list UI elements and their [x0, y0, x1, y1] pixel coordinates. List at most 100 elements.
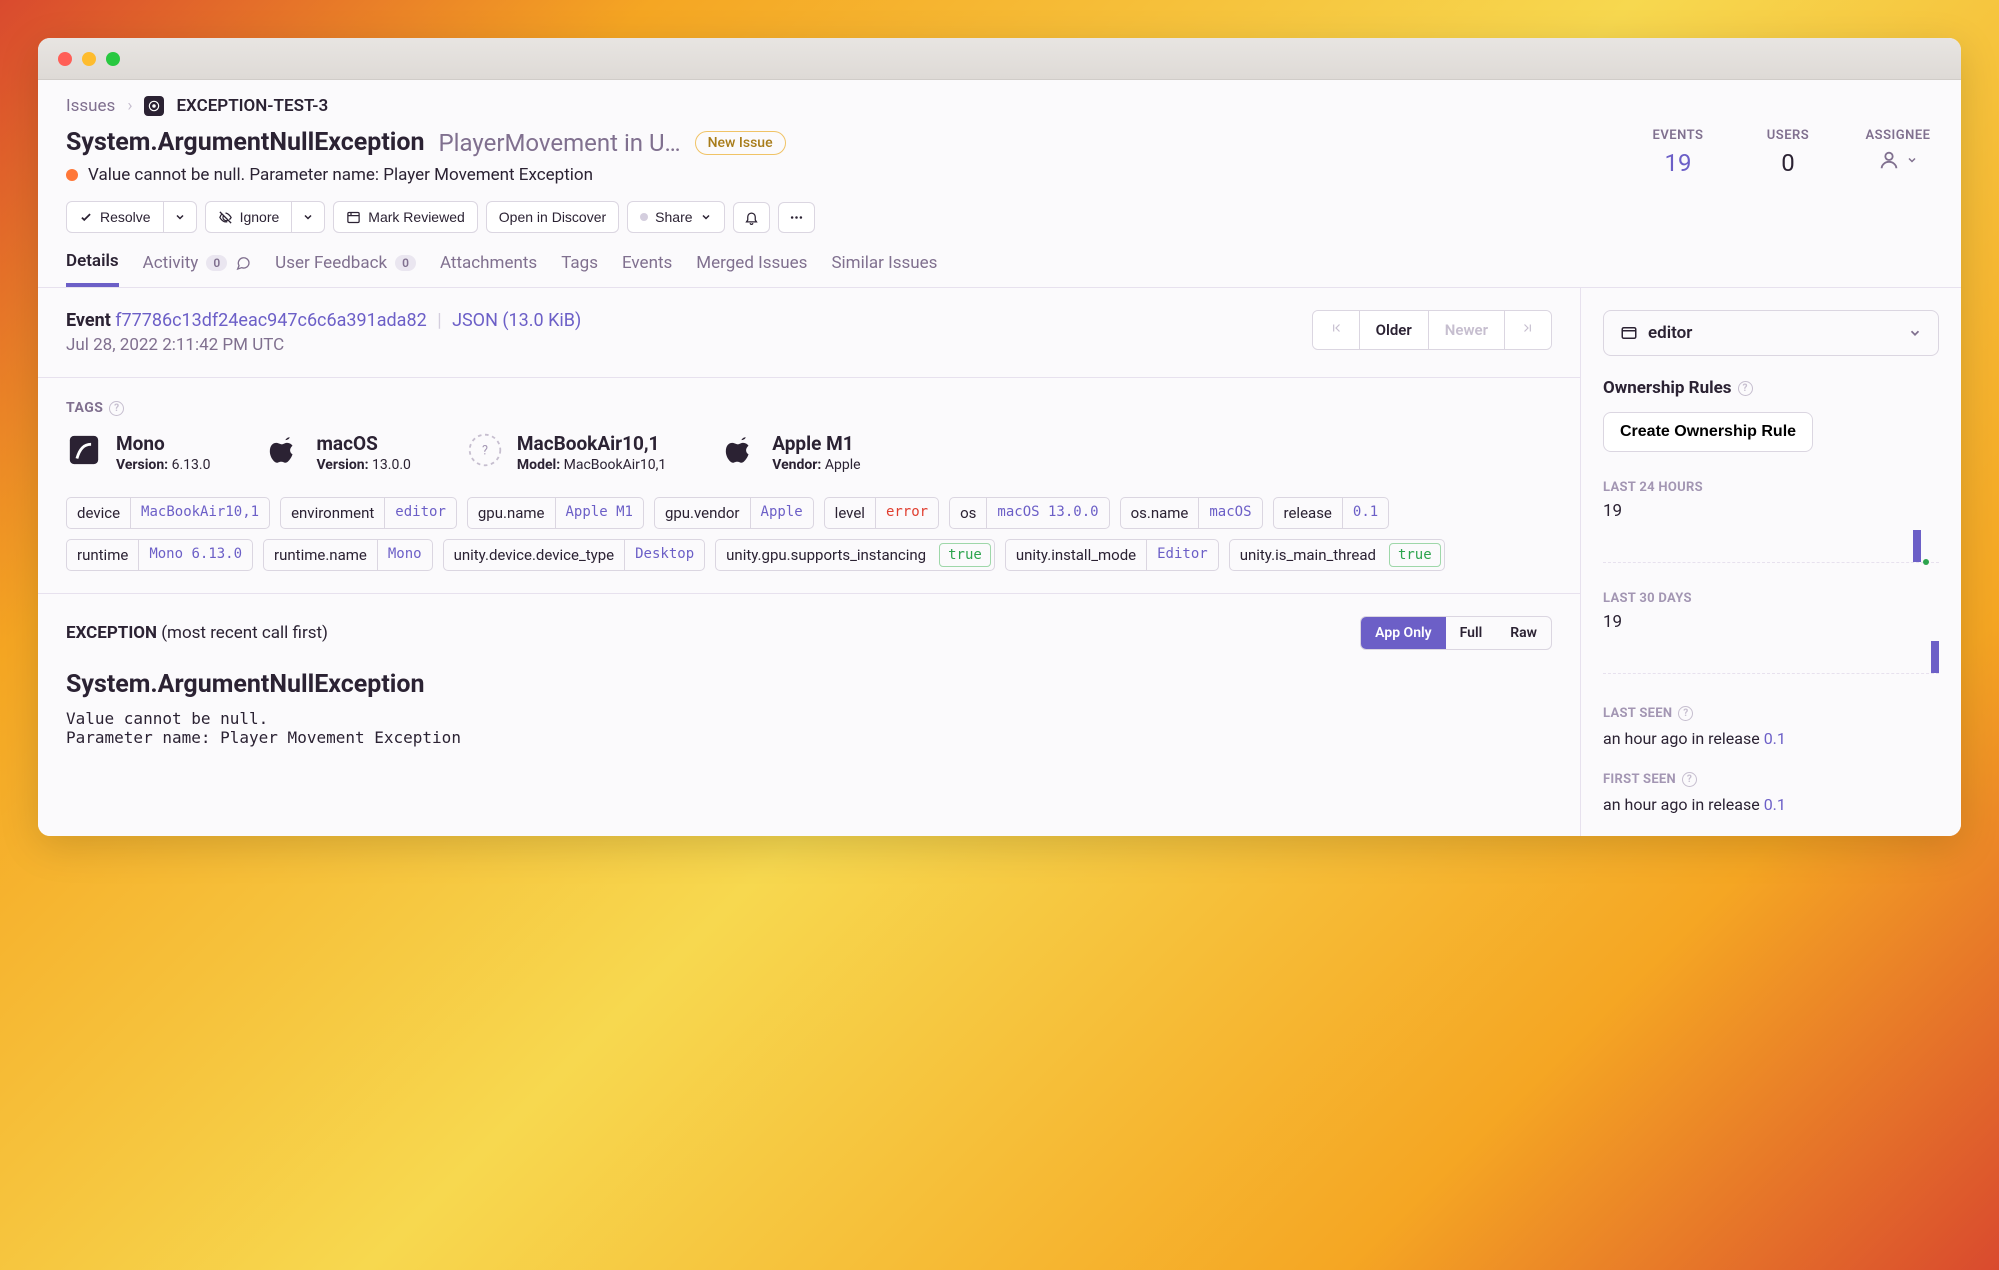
tag-key: runtime.name — [264, 540, 377, 570]
context-icon — [722, 432, 758, 468]
context-name: MacBookAir10,1 — [517, 432, 666, 455]
event-label: Event — [66, 310, 111, 331]
resolve-button[interactable]: Resolve — [66, 201, 164, 233]
environment-selector[interactable]: editor — [1603, 310, 1939, 356]
context-card[interactable]: Apple M1Vendor: Apple — [722, 432, 860, 473]
last-24h-count: 19 — [1603, 501, 1939, 521]
tag-pill[interactable]: osmacOS 13.0.0 — [949, 497, 1109, 529]
tag-pill[interactable]: environmenteditor — [280, 497, 457, 529]
breadcrumb-issue-id[interactable]: EXCEPTION-TEST-3 — [176, 96, 328, 116]
tag-pill[interactable]: unity.is_main_threadtrue — [1229, 539, 1445, 571]
first-seen-release[interactable]: 0.1 — [1764, 795, 1786, 814]
tag-pill[interactable]: runtime.nameMono — [263, 539, 433, 571]
tag-value: editor — [384, 498, 456, 528]
tab-merged-issues[interactable]: Merged Issues — [696, 251, 807, 287]
pager-newer: Newer — [1429, 311, 1505, 349]
tag-pill[interactable]: runtimeMono 6.13.0 — [66, 539, 253, 571]
app-window: Issues › EXCEPTION-TEST-3 System.Argumen… — [38, 38, 1961, 836]
tag-pill[interactable]: unity.install_modeEditor — [1005, 539, 1219, 571]
svg-text:?: ? — [482, 444, 488, 459]
last-30d-count: 19 — [1603, 612, 1939, 632]
create-ownership-rule-button[interactable]: Create Ownership Rule — [1603, 412, 1813, 452]
share-label: Share — [655, 209, 692, 225]
help-icon[interactable]: ? — [1738, 381, 1753, 396]
tag-key: gpu.name — [468, 498, 555, 528]
more-actions-button[interactable] — [778, 202, 815, 233]
tab-user-feedback[interactable]: User Feedback 0 — [275, 251, 416, 287]
tag-key: os.name — [1121, 498, 1199, 528]
ignore-button[interactable]: Ignore — [205, 201, 293, 233]
event-separator: | — [437, 310, 441, 331]
help-icon[interactable]: ? — [109, 401, 124, 416]
tabs: Details Activity 0 User Feedback 0 Attac… — [38, 233, 1961, 288]
window-close-icon[interactable] — [58, 52, 72, 66]
tab-activity[interactable]: Activity 0 — [143, 251, 252, 287]
subscribe-button[interactable] — [733, 202, 770, 233]
tab-similar-issues[interactable]: Similar Issues — [831, 251, 937, 287]
help-icon[interactable]: ? — [1678, 706, 1693, 721]
tab-details[interactable]: Details — [66, 251, 119, 287]
tag-key: unity.install_mode — [1006, 540, 1146, 570]
tag-pill[interactable]: unity.device.device_typeDesktop — [443, 539, 706, 571]
context-icon: ? — [467, 432, 503, 468]
ellipsis-icon — [789, 210, 804, 225]
share-button[interactable]: Share — [627, 201, 724, 233]
tab-user-feedback-count: 0 — [395, 255, 416, 271]
exception-hint: (most recent call first) — [161, 623, 328, 643]
resolve-dropdown[interactable] — [164, 201, 197, 233]
tab-attachments[interactable]: Attachments — [440, 251, 537, 287]
exception-heading: EXCEPTION — [66, 623, 157, 643]
context-card[interactable]: macOSVersion: 13.0.0 — [266, 432, 410, 473]
tag-key: gpu.vendor — [655, 498, 750, 528]
tag-value: Mono 6.13.0 — [138, 540, 252, 570]
ignore-dropdown[interactable] — [292, 201, 325, 233]
tab-tags[interactable]: Tags — [561, 251, 598, 287]
context-card[interactable]: ?MacBookAir10,1Model: MacBookAir10,1 — [467, 432, 666, 473]
events-count[interactable]: 19 — [1643, 149, 1713, 177]
window-zoom-icon[interactable] — [106, 52, 120, 66]
open-discover-button[interactable]: Open in Discover — [486, 201, 619, 233]
context-sub: Version: 6.13.0 — [116, 457, 210, 473]
window-minimize-icon[interactable] — [82, 52, 96, 66]
last-seen-release[interactable]: 0.1 — [1764, 729, 1786, 748]
tag-pills: deviceMacBookAir10,1 environmenteditor gpu… — [66, 497, 1552, 571]
help-icon[interactable]: ? — [1682, 772, 1697, 787]
last-24h-label: LAST 24 HOURS — [1603, 480, 1939, 495]
tag-pill[interactable]: deviceMacBookAir10,1 — [66, 497, 270, 529]
tab-events[interactable]: Events — [622, 251, 672, 287]
tag-key: unity.device.device_type — [444, 540, 625, 570]
tag-pill[interactable]: os.namemacOS — [1120, 497, 1263, 529]
context-name: macOS — [316, 432, 410, 455]
tag-pill[interactable]: release0.1 — [1273, 497, 1390, 529]
toggle-raw[interactable]: Raw — [1496, 617, 1551, 649]
assignee-selector[interactable] — [1878, 149, 1918, 171]
mark-reviewed-button[interactable]: Mark Reviewed — [333, 201, 477, 233]
tag-pill[interactable]: levelerror — [824, 497, 939, 529]
context-card[interactable]: MonoVersion: 6.13.0 — [66, 432, 210, 473]
tag-value: Apple — [750, 498, 813, 528]
tag-pill[interactable]: unity.gpu.supports_instancingtrue — [715, 539, 995, 571]
toggle-app-only[interactable]: App Only — [1361, 617, 1445, 649]
events-label: EVENTS — [1643, 128, 1713, 143]
tag-pill[interactable]: gpu.nameApple M1 — [467, 497, 644, 529]
tag-pill[interactable]: gpu.vendorApple — [654, 497, 814, 529]
breadcrumbs: Issues › EXCEPTION-TEST-3 — [38, 80, 1961, 120]
toggle-full[interactable]: Full — [1446, 617, 1497, 649]
event-id[interactable]: f77786c13df24eac947c6c6a391ada82 — [115, 310, 426, 331]
breadcrumb-issues[interactable]: Issues — [66, 96, 115, 116]
tag-key: runtime — [67, 540, 138, 570]
level-indicator-icon — [66, 169, 78, 181]
pager-older[interactable]: Older — [1360, 311, 1429, 349]
first-seen-label: FIRST SEEN — [1603, 772, 1676, 787]
tag-value: Editor — [1146, 540, 1218, 570]
event-pager: Older Newer — [1312, 310, 1552, 350]
ignore-group: Ignore — [205, 201, 326, 233]
tag-value: Desktop — [624, 540, 704, 570]
event-date: Jul 28, 2022 2:11:42 PM UTC — [66, 335, 581, 355]
event-json-link[interactable]: JSON (13.0 KiB) — [452, 310, 581, 331]
tag-value: 0.1 — [1342, 498, 1388, 528]
context-sub: Vendor: Apple — [772, 457, 860, 473]
share-status-icon — [640, 213, 648, 221]
bell-icon — [744, 210, 759, 225]
issue-subtitle: PlayerMovement in U… — [439, 129, 681, 157]
